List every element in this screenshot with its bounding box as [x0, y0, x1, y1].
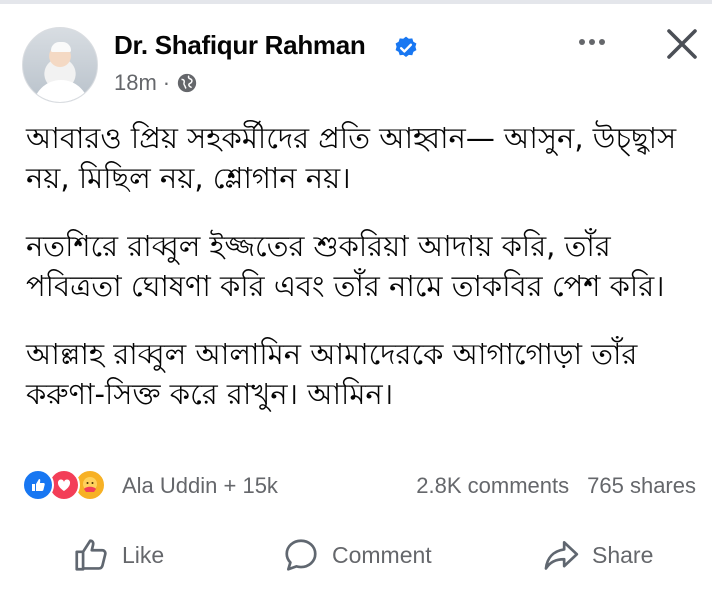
like-label: Like	[122, 541, 165, 568]
post-time[interactable]: 18m	[114, 70, 157, 96]
more-options-icon[interactable]	[574, 28, 610, 56]
post-paragraph: নতশিরে রাব্বুল ইজ্জতের শুকরিয়া আদায় কর…	[26, 229, 665, 303]
reaction-summary[interactable]: Ala Uddin + 15k	[122, 473, 278, 499]
action-bar: Like Comment Share	[0, 528, 712, 586]
comments-count[interactable]: 2.8K comments	[416, 473, 569, 499]
share-icon	[544, 540, 579, 570]
comment-label: Comment	[332, 541, 432, 568]
post-meta: 18m ·	[114, 70, 198, 96]
author-name[interactable]: Dr. Shafiqur Rahman	[114, 30, 366, 61]
globe-icon	[177, 73, 197, 93]
like-reaction-icon	[22, 469, 54, 501]
shares-count[interactable]: 765 shares	[587, 473, 696, 499]
share-button[interactable]: Share	[542, 536, 653, 574]
share-label: Share	[592, 541, 654, 568]
reaction-icons[interactable]	[22, 469, 106, 501]
like-icon	[75, 539, 107, 571]
comment-button[interactable]: Comment	[282, 536, 432, 574]
meta-separator: ·	[162, 70, 171, 95]
avatar-body-shape	[33, 80, 89, 102]
post-paragraph: আবারও প্রিয় সহকর্মীদের প্রতি আহ্বান— আস…	[26, 121, 677, 195]
avatar[interactable]	[22, 27, 98, 103]
avatar-cap-shape	[51, 42, 71, 52]
post-text: আবারও প্রিয় সহকর্মীদের প্রতি আহ্বান— আস…	[26, 118, 696, 442]
verified-badge-icon	[395, 36, 417, 57]
post-paragraph: আল্লাহ রাব্বুল আলামিন আমাদেরকে আগাগোড়া …	[26, 337, 638, 411]
like-button[interactable]: Like	[72, 536, 164, 574]
comment-icon	[285, 539, 317, 571]
post-stats: 2.8K comments 765 shares	[416, 473, 696, 499]
close-icon[interactable]	[664, 26, 700, 62]
top-divider	[0, 0, 712, 4]
